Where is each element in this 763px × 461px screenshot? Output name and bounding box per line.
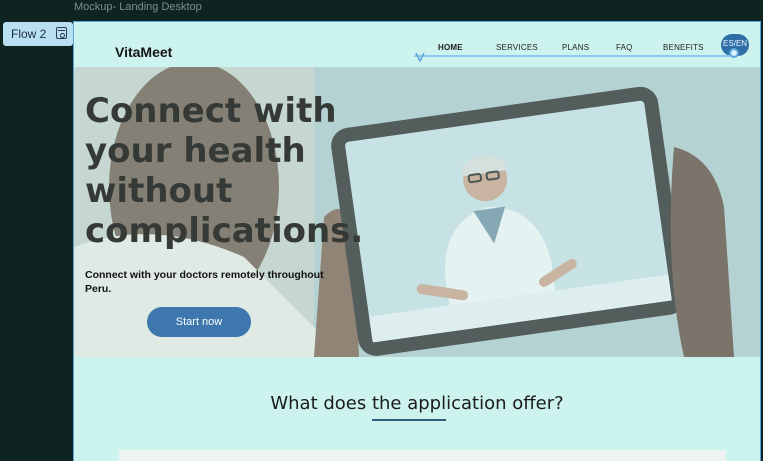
section-title: What does the application offer? xyxy=(270,393,564,414)
features-card xyxy=(119,450,726,461)
prototype-connection-line xyxy=(414,52,730,62)
navbar: VitaMeet HOME SERVICES PLANS FAQ BENEFIT… xyxy=(74,22,760,67)
frame-title: Mockup- Landing Desktop xyxy=(74,1,202,13)
nav-home[interactable]: HOME xyxy=(438,43,463,52)
nav-services[interactable]: SERVICES xyxy=(496,43,538,52)
hero-subtitle: Connect with your doctors remotely throu… xyxy=(85,269,324,295)
prototype-connection-dot[interactable] xyxy=(729,48,739,58)
hero-section: Connect with your health without complic… xyxy=(74,67,760,357)
brand-logo[interactable]: VitaMeet xyxy=(115,44,172,60)
flow-chip[interactable]: Flow 2 xyxy=(3,22,73,46)
nav-plans[interactable]: PLANS xyxy=(562,43,589,52)
flow-start-icon[interactable] xyxy=(56,27,67,39)
flow-label: Flow 2 xyxy=(11,27,47,41)
hero-title: Connect with your health without complic… xyxy=(85,91,364,251)
nav-faq[interactable]: FAQ xyxy=(616,43,633,52)
section-title-underline xyxy=(372,419,446,421)
start-now-button[interactable]: Start now xyxy=(147,307,251,337)
landing-frame: VitaMeet HOME SERVICES PLANS FAQ BENEFIT… xyxy=(73,21,761,461)
nav-benefits[interactable]: BENEFITS xyxy=(663,43,704,52)
